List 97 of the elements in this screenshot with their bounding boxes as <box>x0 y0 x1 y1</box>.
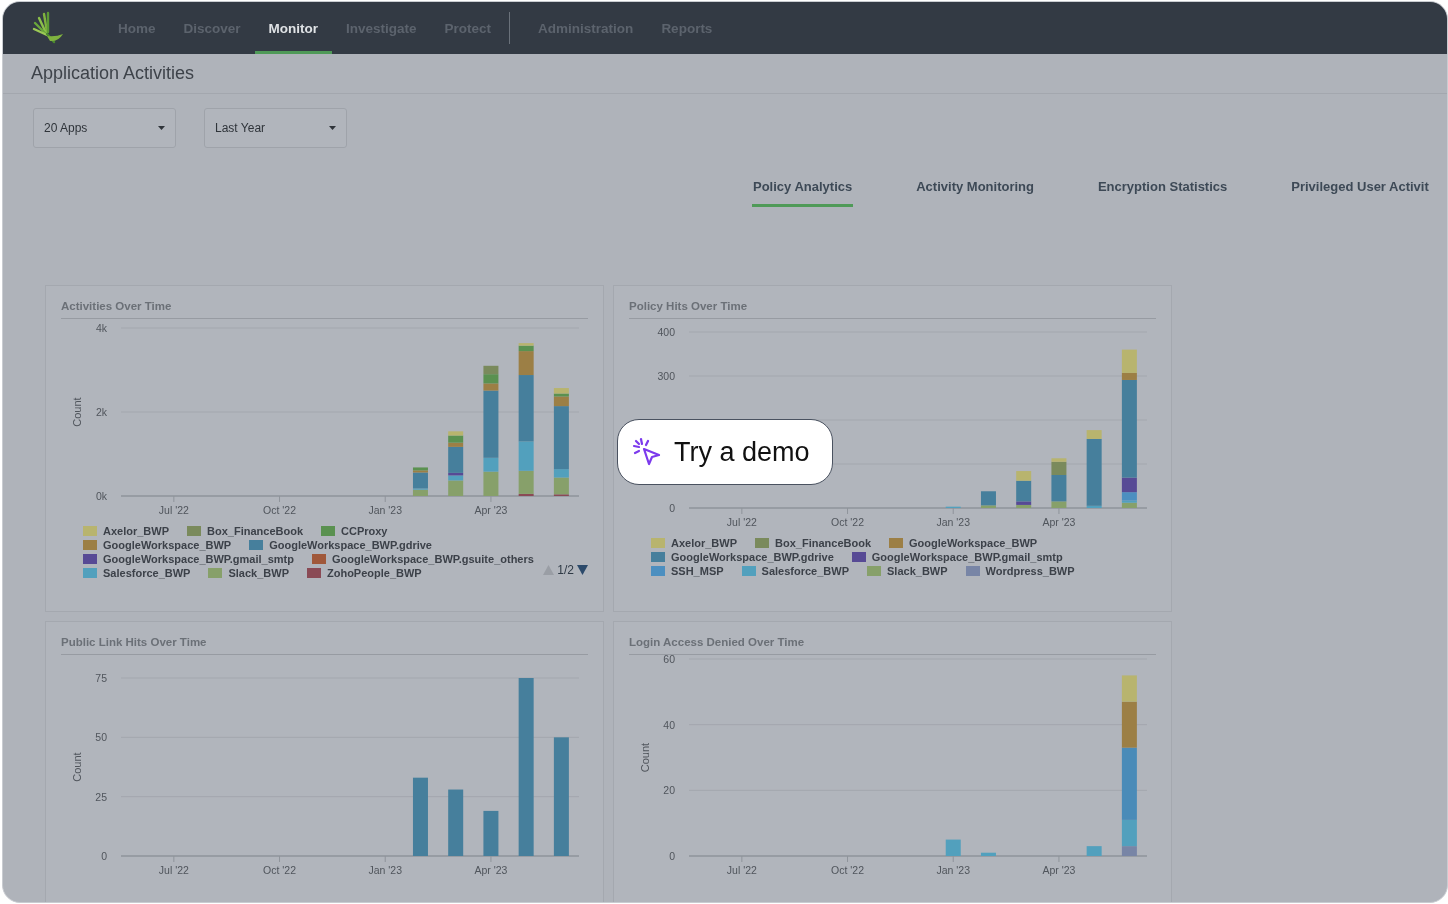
legend-label[interactable]: ZohoPeople_BWP <box>326 567 422 579</box>
legend-swatch <box>321 526 335 536</box>
nav-item[interactable]: Monitor <box>254 5 333 54</box>
page-indicator: 1/2 <box>557 563 574 577</box>
next-page-button[interactable] <box>577 565 588 575</box>
axis-label: Oct '22 <box>831 516 864 528</box>
axis-title: Count <box>639 742 651 773</box>
caret-icon <box>329 126 336 130</box>
legend-swatch <box>306 568 321 578</box>
legend-label[interactable]: Box_FinanceBook <box>775 537 871 549</box>
page-title: Application Activities <box>31 63 195 84</box>
axis-label: 40 <box>663 718 675 731</box>
dropdown[interactable]: 20 Apps <box>33 108 176 148</box>
bar-segment <box>980 852 996 856</box>
tab[interactable]: Encryption Statistics <box>1096 177 1229 207</box>
axis-title: Count <box>71 397 83 427</box>
bar-segment <box>945 839 961 856</box>
cursor-click-icon <box>632 437 662 467</box>
axis-label: Apr '23 <box>474 864 508 876</box>
legend-label[interactable]: GoogleWorkspace_BWP.gdrive <box>269 539 432 551</box>
bar-segment <box>483 365 499 375</box>
axis-label: Jan '23 <box>368 864 402 876</box>
axis-label: Jan '23 <box>936 516 970 528</box>
legend-swatch <box>311 554 326 564</box>
axis-label: 400 <box>657 326 675 338</box>
axis-label: Jul '22 <box>726 864 757 876</box>
axis-label: Jan '23 <box>368 504 402 516</box>
logo-icon <box>30 10 66 46</box>
legend-label[interactable]: SSH_MSP <box>671 565 724 577</box>
bar-segment <box>1086 846 1102 856</box>
legend-swatch <box>651 566 665 576</box>
axis-label: Apr '23 <box>1042 516 1076 528</box>
bar-segment <box>448 789 464 856</box>
legend-swatch <box>965 566 980 576</box>
axis-label: 0 <box>669 502 675 514</box>
legend-label[interactable]: Salesforce_BWP <box>761 565 849 577</box>
chart-title: Activities Over Time <box>61 300 172 312</box>
caret-icon <box>158 126 165 130</box>
tab[interactable]: Policy Analytics <box>752 177 854 207</box>
legend-label[interactable]: GoogleWorkspace_BWP.gmail_smtp <box>871 551 1063 563</box>
bar-segment <box>483 374 499 384</box>
axis-label: Jul '22 <box>158 504 189 516</box>
tab[interactable]: Privileged User Activit <box>1290 177 1430 207</box>
legend-swatch <box>83 554 97 564</box>
legend-swatch <box>651 538 665 548</box>
legend-swatch <box>741 566 756 576</box>
bar-segment <box>483 810 499 856</box>
legend-label[interactable]: Wordpress_BWP <box>985 565 1075 577</box>
axis-label: Apr '23 <box>474 504 508 516</box>
legend-label[interactable]: GoogleWorkspace_BWP <box>103 539 232 551</box>
axis-label: Jul '22 <box>158 864 189 876</box>
legend-swatch <box>83 568 97 578</box>
axis-label: 300 <box>657 370 675 382</box>
axis-label: Jan '23 <box>936 864 970 876</box>
legend-swatch <box>851 552 866 562</box>
legend-label[interactable]: Axelor_BWP <box>103 525 170 537</box>
legend-label[interactable]: GoogleWorkspace_BWP.gmail_smtp <box>103 553 294 565</box>
axis-label: Oct '22 <box>831 864 864 876</box>
axis-label: Apr '23 <box>1042 864 1076 876</box>
legend-swatch <box>187 526 202 536</box>
chart-title: Public Link Hits Over Time <box>61 636 207 648</box>
legend-label[interactable]: GoogleWorkspace_BWP <box>909 537 1038 549</box>
try-demo-button[interactable]: Try a demo <box>617 419 833 485</box>
chart-title: Policy Hits Over Time <box>629 300 748 312</box>
axis-label: Oct '22 <box>263 504 296 516</box>
axis-label: 20 <box>663 784 675 797</box>
axis-label: 0 <box>101 850 107 862</box>
legend-swatch <box>651 552 665 562</box>
legend-swatch <box>249 540 264 550</box>
dropdown[interactable]: Last Year <box>204 108 347 148</box>
legend-label[interactable]: GoogleWorkspace_BWP.gsuite_others <box>331 553 534 565</box>
legend-swatch <box>867 566 881 576</box>
legend-swatch <box>83 526 97 536</box>
legend-label[interactable]: Slack_BWP <box>887 565 948 577</box>
chart-title: Login Access Denied Over Time <box>629 636 805 648</box>
legend-label[interactable]: CCProxy <box>341 525 388 537</box>
legend-swatch <box>83 540 97 550</box>
axis-label: Oct '22 <box>263 864 296 876</box>
legend-label[interactable]: Axelor_BWP <box>671 537 738 549</box>
axis-title: Count <box>71 752 83 782</box>
legend-swatch <box>755 538 770 548</box>
axis-label: 2k <box>95 406 107 418</box>
axis-label: 60 <box>663 655 675 665</box>
tab[interactable]: Activity Monitoring <box>915 177 1035 207</box>
legend-swatch <box>208 568 223 578</box>
axis-label: 25 <box>95 790 107 803</box>
axis-label: 4k <box>95 322 107 334</box>
axis-label: 0k <box>95 490 107 502</box>
axis-label: 50 <box>95 731 107 744</box>
legend-label[interactable]: GoogleWorkspace_BWP.gdrive <box>671 551 834 563</box>
legend-label[interactable]: Slack_BWP <box>228 567 289 579</box>
legend-label[interactable]: Box_FinanceBook <box>207 525 303 537</box>
axis-label: Jul '22 <box>726 516 757 528</box>
axis-label: 0 <box>669 850 675 862</box>
legend-swatch <box>889 538 903 548</box>
axis-label: 75 <box>95 672 107 684</box>
legend-label[interactable]: Salesforce_BWP <box>103 567 191 579</box>
